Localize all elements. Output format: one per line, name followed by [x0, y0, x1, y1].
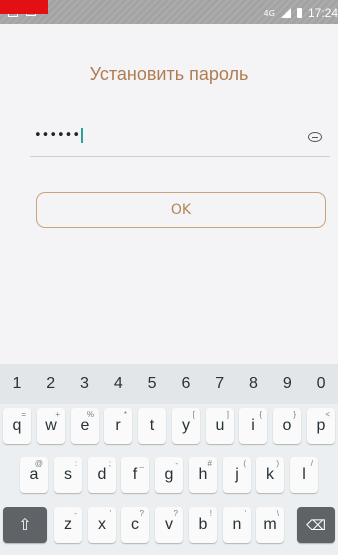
key-b[interactable]: b!	[189, 507, 217, 543]
key-1[interactable]: 1	[0, 364, 34, 404]
password-field[interactable]: ••••••	[30, 122, 330, 157]
key-n[interactable]: n '	[223, 507, 251, 543]
status-bar: 4G 17:24	[0, 0, 338, 24]
key-d[interactable]: d;	[88, 457, 116, 493]
red-corner-marker	[0, 0, 48, 14]
key-k[interactable]: k)	[256, 457, 284, 493]
key-r[interactable]: r *	[104, 408, 132, 444]
number-row: 1 2 3 4 5 6 7 8 9 0	[0, 364, 338, 404]
battery-icon	[296, 8, 302, 18]
soft-keyboard: 1 2 3 4 5 6 7 8 9 0 q = w + e% r * t y[ u] …	[0, 364, 338, 555]
key-q[interactable]: q =	[3, 408, 31, 444]
key-f[interactable]: f _	[121, 457, 149, 493]
key-w[interactable]: w +	[37, 408, 65, 444]
key-4[interactable]: 4	[101, 364, 135, 404]
page-title: Установить пароль	[89, 64, 249, 84]
key-v[interactable]: v?	[155, 507, 183, 543]
visibility-toggle-icon[interactable]	[308, 132, 322, 142]
key-2[interactable]: 2	[34, 364, 68, 404]
key-p[interactable]: p <	[307, 408, 335, 444]
key-i[interactable]: i{	[239, 408, 267, 444]
key-e[interactable]: e%	[71, 408, 99, 444]
key-l[interactable]: l /	[290, 457, 318, 493]
password-value: ••••••	[34, 128, 84, 143]
key-3[interactable]: 3	[68, 364, 102, 404]
key-s[interactable]: s:	[54, 457, 82, 493]
backspace-key[interactable]: ⌫	[297, 507, 335, 543]
shift-key[interactable]: ⇧	[3, 507, 47, 543]
key-7[interactable]: 7	[203, 364, 237, 404]
text-caret	[81, 128, 84, 143]
key-h[interactable]: h #	[189, 457, 217, 493]
key-9[interactable]: 9	[270, 364, 304, 404]
key-u[interactable]: u]	[206, 408, 234, 444]
key-t[interactable]: t	[138, 408, 166, 444]
key-5[interactable]: 5	[135, 364, 169, 404]
backspace-icon: ⌫	[306, 516, 326, 533]
status-bar-indicators: 4G 17:24	[264, 6, 338, 20]
key-8[interactable]: 8	[237, 364, 271, 404]
clock: 17:24	[307, 6, 338, 20]
key-m[interactable]: m \	[256, 507, 284, 543]
key-c[interactable]: c?	[121, 507, 149, 543]
key-j[interactable]: j(	[223, 457, 251, 493]
key-y[interactable]: y[	[172, 408, 200, 444]
key-a[interactable]: a @	[20, 457, 48, 493]
key-0[interactable]: 0	[304, 364, 338, 404]
key-o[interactable]: o}	[273, 408, 301, 444]
key-x[interactable]: x '	[88, 507, 116, 543]
network-type: 4G	[263, 8, 275, 18]
key-z[interactable]: z-	[54, 507, 82, 543]
signal-icon	[280, 8, 291, 18]
shift-icon: ⇧	[18, 517, 32, 534]
key-g[interactable]: g-	[155, 457, 183, 493]
ok-button[interactable]: OK	[36, 192, 326, 228]
key-6[interactable]: 6	[169, 364, 203, 404]
